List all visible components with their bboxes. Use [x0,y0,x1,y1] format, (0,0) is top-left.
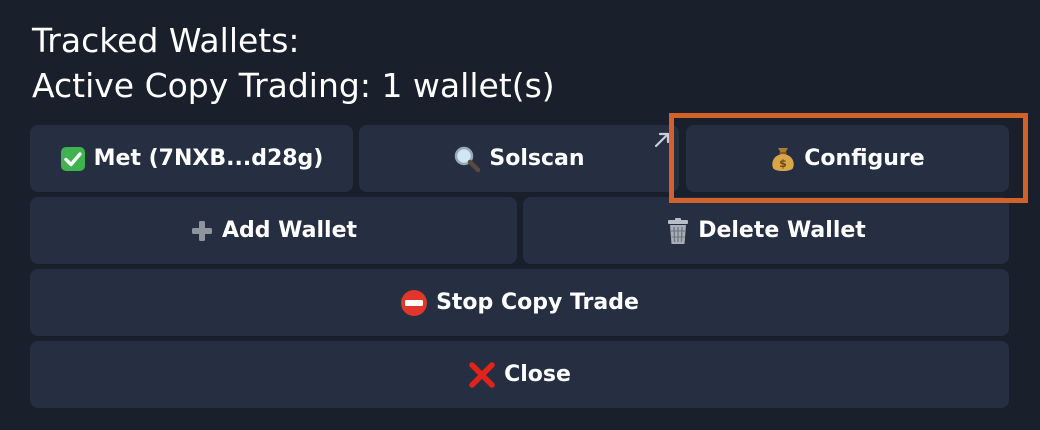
solscan-button-label: Solscan [489,146,585,171]
tracked-wallets-heading: Tracked Wallets: [32,21,300,60]
money-bag-icon: $ [770,145,796,173]
add-wallet-button[interactable]: Add Wallet [30,197,517,264]
solscan-button[interactable]: Solscan [359,125,679,192]
add-wallet-button-label: Add Wallet [221,218,358,243]
trash-icon [666,217,690,245]
bot-message-panel: Tracked Wallets: Active Copy Trading: 1 … [0,0,1040,430]
wallet-button[interactable]: Met (7NXB...d28g) [30,125,353,192]
external-arrow-icon [651,129,673,151]
delete-wallet-button-label: Delete Wallet [698,218,866,243]
check-mark-icon [60,146,86,172]
stop-copy-trade-button[interactable]: Stop Copy Trade [30,269,1009,336]
configure-button[interactable]: $ Configure [686,125,1009,192]
wallet-button-label: Met (7NXB...d28g) [93,146,324,171]
no-entry-icon [400,289,428,317]
active-copy-trading-status: Active Copy Trading: 1 wallet(s) [32,66,555,105]
configure-button-label: Configure [804,146,925,171]
svg-text:$: $ [779,157,787,170]
magnifier-icon [453,145,481,173]
stop-copy-trade-button-label: Stop Copy Trade [436,290,639,315]
close-button[interactable]: Close [30,341,1009,408]
cross-icon [468,361,496,389]
plus-icon [190,219,214,243]
message-text: Tracked Wallets: Active Copy Trading: 1 … [32,18,555,108]
close-button-label: Close [504,362,571,387]
delete-wallet-button[interactable]: Delete Wallet [523,197,1009,264]
